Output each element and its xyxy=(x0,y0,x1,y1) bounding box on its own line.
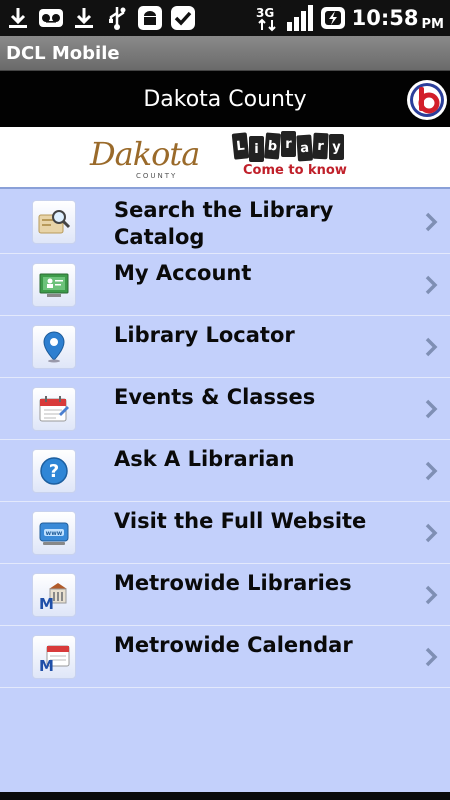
chevron-right-icon xyxy=(424,460,438,482)
library-tiles: L i b r a r y xyxy=(231,131,358,162)
chevron-right-icon xyxy=(424,274,438,296)
app-title: DCL Mobile xyxy=(6,42,120,64)
account-icon xyxy=(32,263,76,307)
chevron-right-icon xyxy=(424,336,438,358)
library-tagline: Come to know xyxy=(243,163,347,178)
3g-icon: 3G xyxy=(252,4,281,32)
svg-text:M: M xyxy=(39,595,54,611)
chevron-right-icon xyxy=(424,211,438,233)
menu-item-full-website[interactable]: www Visit the Full Website xyxy=(0,502,450,564)
svg-text:M: M xyxy=(39,657,54,673)
header: Dakota County xyxy=(0,71,450,127)
menu-item-metrowide-libraries[interactable]: M Metrowide Libraries xyxy=(0,564,450,626)
menu-item-ask-librarian[interactable]: ? Ask A Librarian xyxy=(0,440,450,502)
app-title-bar: DCL Mobile xyxy=(0,36,450,71)
usb-icon xyxy=(103,4,131,32)
boopsie-logo-icon[interactable] xyxy=(406,79,448,121)
location-pin-icon xyxy=(32,325,76,369)
android-icon xyxy=(136,4,164,32)
chevron-right-icon xyxy=(424,522,438,544)
main-menu: Search the Library Catalog My Account Li… xyxy=(0,191,450,688)
download-icon xyxy=(4,4,32,32)
chevron-right-icon xyxy=(424,646,438,668)
chevron-right-icon xyxy=(424,584,438,606)
chevron-right-icon xyxy=(424,398,438,420)
svg-text:?: ? xyxy=(49,461,59,482)
system-icons: 3G 10:58 PM xyxy=(252,4,450,32)
menu-item-my-account[interactable]: My Account xyxy=(0,254,450,316)
search-catalog-icon xyxy=(32,200,76,244)
download-icon xyxy=(70,4,98,32)
voicemail-icon xyxy=(37,4,65,32)
check-icon xyxy=(169,4,197,32)
dakota-county-logo: Dakota COUNTY xyxy=(90,135,200,180)
bottom-edge xyxy=(0,792,450,800)
menu-item-library-locator[interactable]: Library Locator xyxy=(0,316,450,378)
help-icon: ? xyxy=(32,449,76,493)
calendar-icon xyxy=(32,387,76,431)
metro-calendar-icon: M xyxy=(32,635,76,679)
notification-icons xyxy=(0,4,197,32)
page-title: Dakota County xyxy=(143,86,307,112)
library-logo: L i b r a r y Come to know xyxy=(231,131,358,183)
svg-text:3G: 3G xyxy=(256,6,274,20)
metro-library-icon: M xyxy=(32,573,76,617)
library-banner: Dakota COUNTY L i b r a r y Come to know xyxy=(0,127,450,189)
svg-text:www: www xyxy=(46,530,63,537)
menu-item-search-catalog[interactable]: Search the Library Catalog xyxy=(0,191,450,254)
status-bar: 3G 10:58 PM xyxy=(0,0,450,36)
battery-charging-icon xyxy=(319,4,347,32)
website-icon: www xyxy=(32,511,76,555)
clock: 10:58 PM xyxy=(351,6,444,32)
menu-item-events-classes[interactable]: Events & Classes xyxy=(0,378,450,440)
menu-item-metrowide-calendar[interactable]: M Metrowide Calendar xyxy=(0,626,450,688)
signal-icon xyxy=(286,4,314,32)
